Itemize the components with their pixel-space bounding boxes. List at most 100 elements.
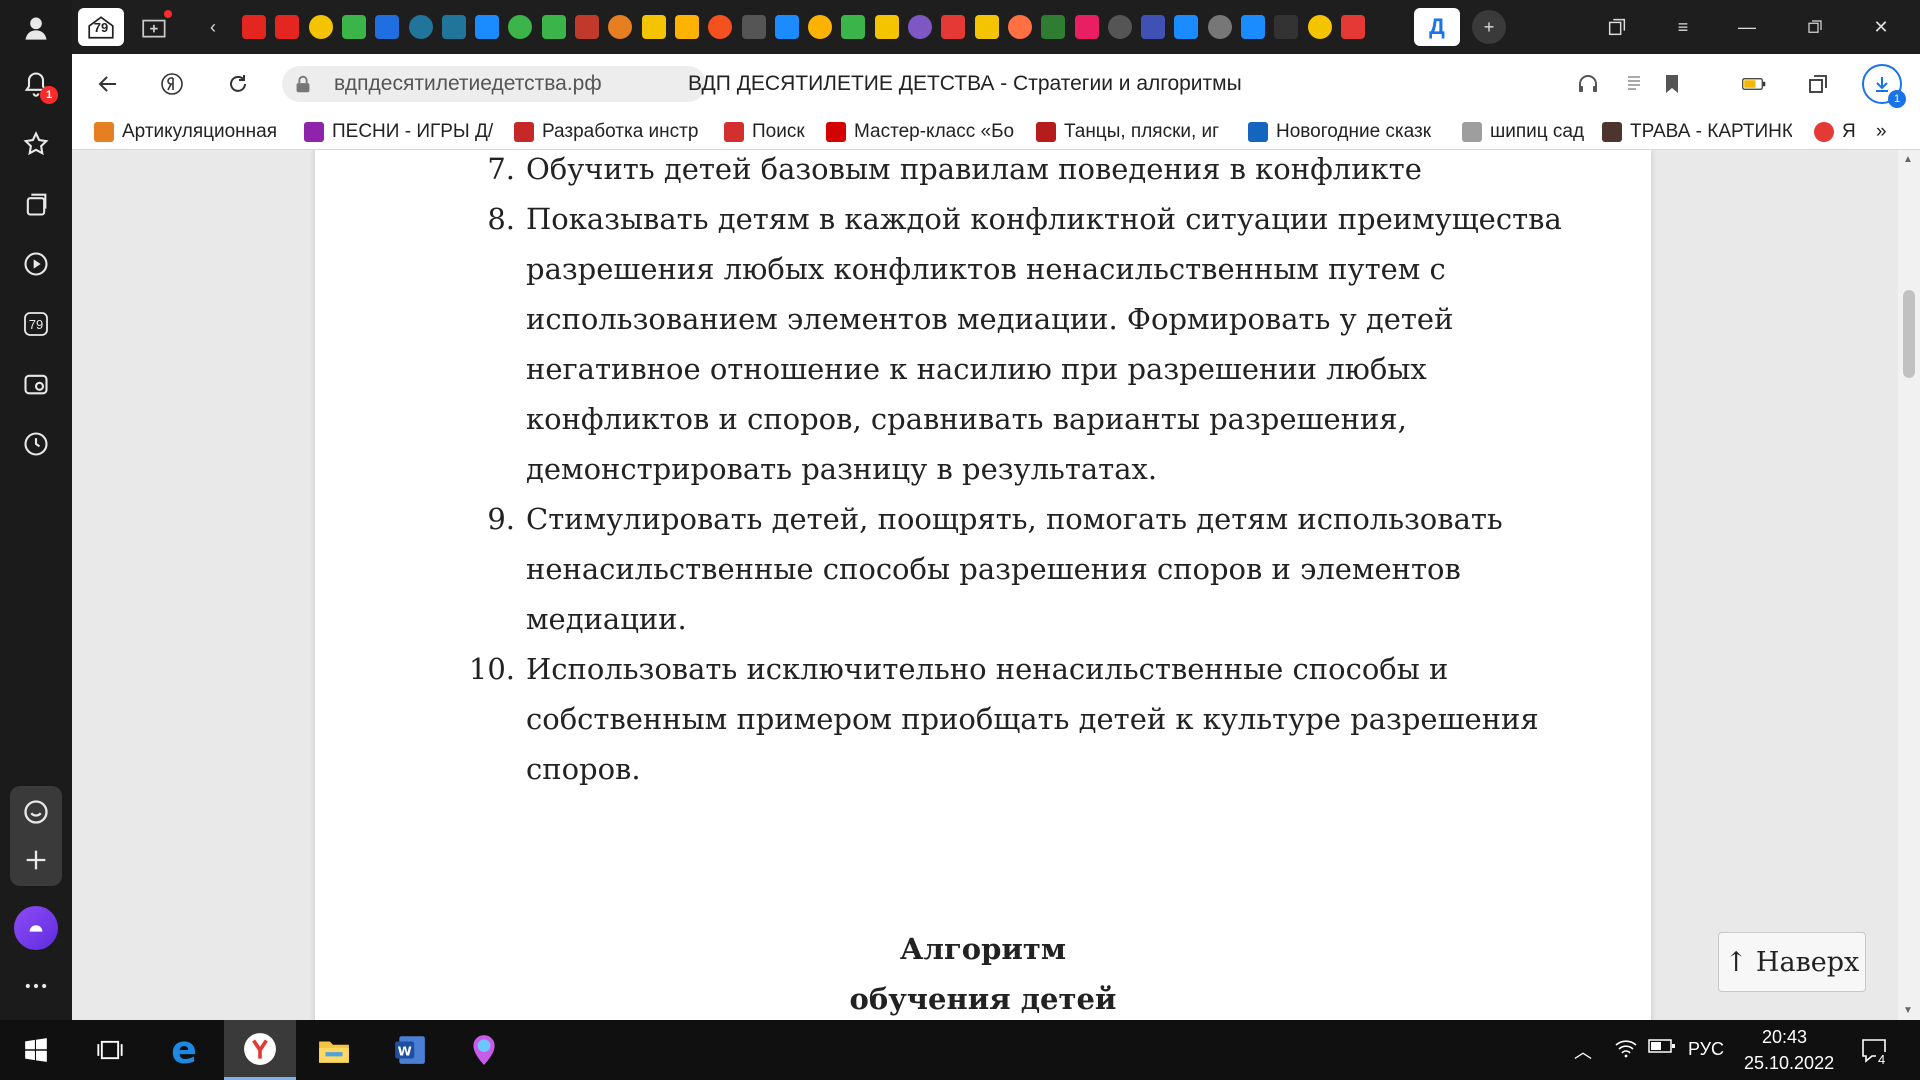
- tab-favicon-icon[interactable]: [408, 15, 433, 39]
- minimize-window-icon[interactable]: —: [1732, 12, 1762, 42]
- tab-favicon-icon[interactable]: [508, 15, 533, 39]
- scroll-to-top-button[interactable]: ↑ Наверх: [1718, 932, 1866, 992]
- scrollbar-thumb[interactable]: [1903, 290, 1915, 378]
- extensions-icon[interactable]: [1802, 68, 1834, 100]
- battery-saver-icon[interactable]: [1734, 68, 1774, 100]
- tab-favicon-icon[interactable]: [575, 15, 599, 39]
- url-text[interactable]: вдпдесятилетиедетства.рф: [334, 72, 602, 96]
- bookmark-item[interactable]: Мастер-класс «Бо: [826, 120, 1026, 144]
- tabs-count-label: 79: [28, 316, 44, 332]
- collections-icon[interactable]: [14, 182, 58, 226]
- tab-favicon-icon[interactable]: [674, 15, 699, 39]
- tab-favicon-icon[interactable]: [1174, 15, 1199, 39]
- tab-favicon-icon[interactable]: [708, 15, 733, 39]
- add-panel-plus-icon[interactable]: [14, 838, 58, 882]
- headphones-icon[interactable]: [1572, 68, 1604, 100]
- restore-window-icon[interactable]: [1800, 12, 1830, 42]
- edge-browser-icon[interactable]: e: [148, 1020, 220, 1080]
- tab-favicon-icon[interactable]: [774, 15, 799, 39]
- word-app-icon[interactable]: W: [374, 1020, 446, 1080]
- new-tab-group-icon[interactable]: [132, 8, 178, 46]
- bookmark-item[interactable]: Танцы, пляски, иг: [1036, 120, 1236, 144]
- input-language[interactable]: РУС: [1688, 1039, 1724, 1060]
- profile-icon[interactable]: [14, 6, 58, 50]
- tab-favicon-icon[interactable]: [908, 15, 932, 39]
- bookmark-favicon-icon: [1814, 122, 1834, 142]
- alice-assistant-icon[interactable]: [14, 906, 58, 950]
- tabs-count-icon[interactable]: 79: [14, 302, 58, 346]
- tab-favicon-icon[interactable]: [941, 15, 966, 39]
- clock-time[interactable]: 20:43: [1762, 1027, 1807, 1048]
- close-window-icon[interactable]: ✕: [1866, 12, 1896, 42]
- tab-favicon-icon[interactable]: [641, 15, 666, 39]
- bookmark-favicon-icon: [514, 122, 534, 142]
- tab-favicon-icon[interactable]: [808, 15, 833, 39]
- downloads-icon[interactable]: 1: [1862, 64, 1906, 108]
- scroll-up-arrow-icon[interactable]: ▲: [1903, 154, 1913, 165]
- favorites-star-icon[interactable]: [14, 122, 58, 166]
- reader-mode-icon[interactable]: [1618, 68, 1650, 100]
- tab-favicon-icon[interactable]: [1241, 15, 1265, 39]
- new-tab-plus-icon[interactable]: +: [1472, 10, 1506, 44]
- lock-icon[interactable]: [292, 73, 314, 95]
- tab-favicon-icon[interactable]: [1007, 15, 1032, 39]
- messenger-icon[interactable]: [14, 790, 58, 834]
- tab-favicon-icon[interactable]: [308, 15, 333, 39]
- browser-menu-icon[interactable]: ≡: [1668, 12, 1698, 42]
- tab-favicon-icon[interactable]: [475, 15, 500, 39]
- tab-favicon-icon[interactable]: [1307, 15, 1332, 39]
- wifi-icon[interactable]: [1614, 1036, 1638, 1065]
- tab-favicon-icon[interactable]: [275, 15, 300, 39]
- home-tabs-button[interactable]: 79: [78, 8, 124, 46]
- screenshot-camera-icon[interactable]: [14, 362, 58, 406]
- tab-favicon-icon[interactable]: [1340, 15, 1365, 39]
- action-center-icon[interactable]: 4: [1860, 1036, 1888, 1069]
- bookmark-item[interactable]: Артикуляционная: [94, 120, 304, 144]
- video-play-icon[interactable]: [14, 242, 58, 286]
- bookmarks-more-button[interactable]: »: [1876, 120, 1906, 144]
- more-dots-icon[interactable]: [14, 964, 58, 1008]
- tab-favicon-icon[interactable]: [441, 15, 466, 39]
- yandex-browser-taskbar-icon[interactable]: [224, 1020, 296, 1080]
- bookmark-item[interactable]: Разработка инстр: [514, 120, 714, 144]
- tab-favicon-icon[interactable]: [741, 15, 766, 39]
- tab-favicon-icon[interactable]: [541, 15, 566, 39]
- tab-favicon-icon[interactable]: [242, 15, 266, 39]
- bookmark-item[interactable]: Новогодние сказк: [1248, 120, 1448, 144]
- tab-favicon-icon[interactable]: [1207, 15, 1232, 39]
- reload-icon[interactable]: [222, 68, 254, 100]
- bookmark-icon[interactable]: [1656, 68, 1688, 100]
- maps-pin-app-icon[interactable]: [448, 1020, 520, 1080]
- list-item-text: Обучить детей базовым правилам поведения…: [526, 152, 1422, 186]
- tab-favicon-icon[interactable]: [841, 15, 866, 39]
- tab-favicon-icon[interactable]: [1074, 15, 1099, 39]
- scroll-down-arrow-icon[interactable]: ▼: [1903, 1005, 1913, 1016]
- clock-date[interactable]: 25.10.2022: [1744, 1053, 1834, 1074]
- file-explorer-icon[interactable]: [298, 1020, 370, 1080]
- tab-favicon-icon[interactable]: [1141, 15, 1166, 39]
- task-view-icon[interactable]: [74, 1020, 146, 1080]
- tab-favicon-icon[interactable]: [1274, 15, 1299, 39]
- tab-favicon-icon[interactable]: [341, 15, 366, 39]
- active-tab[interactable]: Д: [1414, 8, 1460, 46]
- yandex-logo-icon[interactable]: [156, 68, 188, 100]
- bookmark-item[interactable]: Я: [1814, 120, 1864, 144]
- tab-manager-icon[interactable]: [1602, 12, 1632, 42]
- tab-favicon-icon[interactable]: [1041, 15, 1066, 39]
- notifications-bell-icon[interactable]: 1: [14, 62, 58, 106]
- tab-favicon-icon[interactable]: [375, 15, 400, 39]
- tab-favicon-icon[interactable]: [1107, 15, 1132, 39]
- tab-favicon-icon[interactable]: [974, 15, 999, 39]
- back-arrow-icon[interactable]: [92, 68, 124, 100]
- windows-start-icon[interactable]: [0, 1020, 72, 1080]
- bookmark-item[interactable]: ТРАВА - КАРТИНК: [1602, 120, 1792, 144]
- bookmark-item[interactable]: ПЕСНИ - ИГРЫ Д/: [304, 120, 514, 144]
- page-scrollbar[interactable]: ▲ ▼: [1898, 150, 1920, 1020]
- bookmark-favicon-icon: [826, 122, 846, 142]
- tray-overflow-chevron-icon[interactable]: ︿: [1574, 1038, 1592, 1064]
- tabs-scroll-left-icon[interactable]: ‹: [198, 12, 228, 42]
- history-clock-icon[interactable]: [14, 422, 58, 466]
- tab-favicon-icon[interactable]: [608, 15, 633, 39]
- tab-favicon-icon[interactable]: [874, 15, 899, 39]
- battery-icon[interactable]: [1648, 1038, 1676, 1059]
